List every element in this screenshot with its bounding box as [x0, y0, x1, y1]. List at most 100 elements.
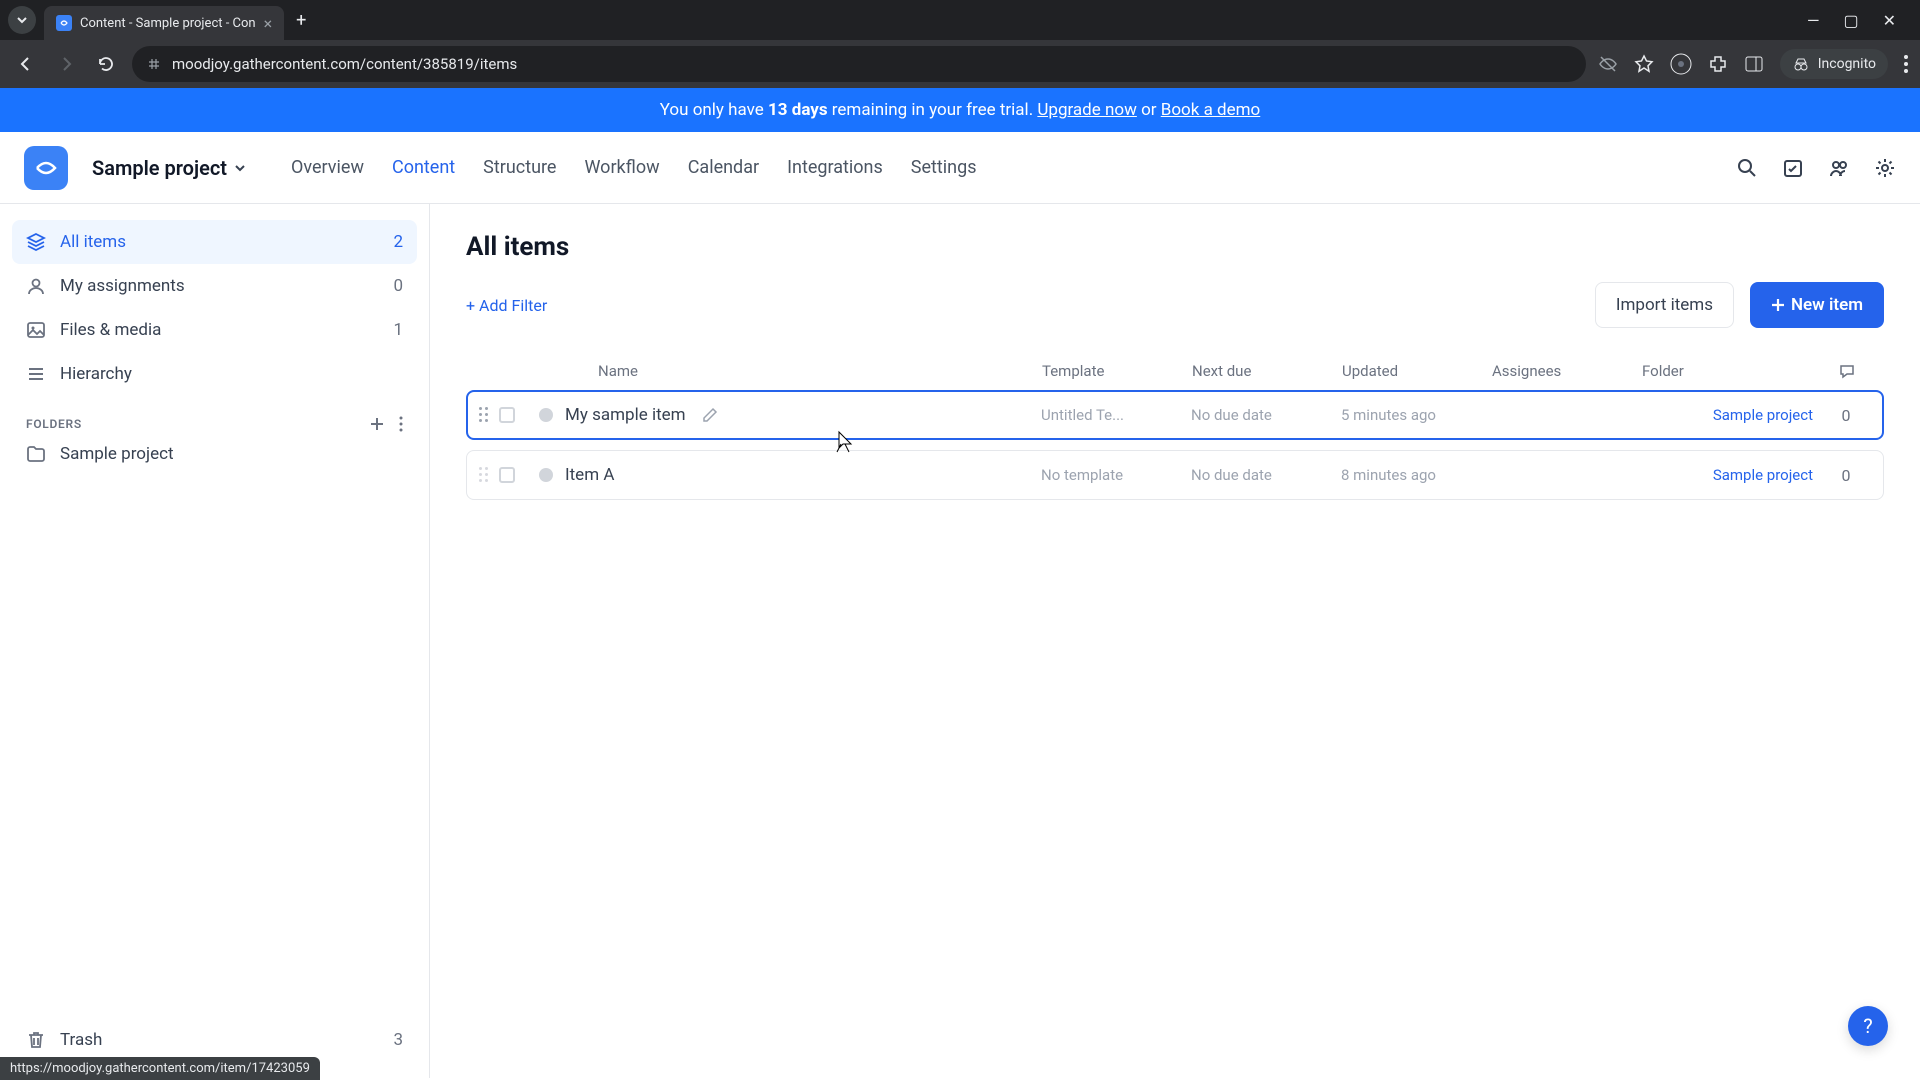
- list-icon: [26, 364, 46, 384]
- forward-button[interactable]: [52, 50, 80, 78]
- sidebar-item-files-media[interactable]: Files & media 1: [12, 308, 417, 352]
- status-dot-icon: [539, 468, 553, 482]
- sidebar-item-label: Files & media: [60, 320, 161, 340]
- filter-row: + Add Filter Import items New item: [466, 282, 1884, 328]
- user-icon: [26, 276, 46, 296]
- table-row[interactable]: Item A No template No due date 8 minutes…: [466, 450, 1884, 500]
- close-icon[interactable]: ×: [264, 14, 273, 33]
- header-actions: [1736, 157, 1896, 179]
- cell-updated: 8 minutes ago: [1341, 466, 1491, 484]
- sidebar-item-label: All items: [60, 232, 126, 252]
- folder-label: Sample project: [60, 444, 174, 464]
- browser-chrome: Content - Sample project - Con × + — ▢ ✕…: [0, 0, 1920, 88]
- col-name[interactable]: Name: [538, 362, 1042, 380]
- app-logo[interactable]: [24, 146, 68, 190]
- row-checkbox[interactable]: [499, 467, 515, 483]
- people-icon[interactable]: [1828, 157, 1850, 179]
- col-next-due[interactable]: Next due: [1192, 362, 1342, 380]
- tab-workflow[interactable]: Workflow: [584, 157, 659, 178]
- browser-tab[interactable]: Content - Sample project - Con ×: [44, 6, 284, 40]
- sidepanel-icon[interactable]: [1744, 54, 1764, 74]
- project-name: Sample project: [92, 156, 227, 180]
- drag-handle-icon[interactable]: [479, 407, 489, 423]
- image-icon: [26, 320, 46, 340]
- import-items-button[interactable]: Import items: [1595, 282, 1734, 328]
- back-button[interactable]: [12, 50, 40, 78]
- calendar-check-icon[interactable]: [1782, 157, 1804, 179]
- sidebar-item-trash[interactable]: Trash 3: [12, 1018, 417, 1062]
- tab-strip: Content - Sample project - Con × + — ▢ ✕: [0, 0, 1920, 40]
- project-selector[interactable]: Sample project: [92, 156, 247, 180]
- col-template[interactable]: Template: [1042, 362, 1192, 380]
- tab-content[interactable]: Content: [392, 157, 455, 178]
- trial-banner: You only have 13 days remaining in your …: [0, 88, 1920, 132]
- extensions-icon[interactable]: [1708, 54, 1728, 74]
- add-folder-button[interactable]: [369, 416, 385, 432]
- bookmark-icon[interactable]: [1634, 54, 1654, 74]
- tab-title: Content - Sample project - Con: [80, 16, 256, 31]
- minimize-button[interactable]: —: [1807, 11, 1820, 30]
- reload-button[interactable]: [92, 50, 120, 78]
- sidebar-item-count: 3: [393, 1030, 403, 1050]
- address-bar[interactable]: moodjoy.gathercontent.com/content/385819…: [132, 46, 1586, 82]
- maximize-button[interactable]: ▢: [1843, 11, 1858, 30]
- folder-menu-button[interactable]: [399, 416, 403, 432]
- profile-icon[interactable]: [1670, 53, 1692, 75]
- add-filter-button[interactable]: + Add Filter: [466, 296, 547, 315]
- sidebar-item-my-assignments[interactable]: My assignments 0: [12, 264, 417, 308]
- col-updated[interactable]: Updated: [1342, 362, 1492, 380]
- help-label: ?: [1863, 1014, 1872, 1038]
- tab-integrations[interactable]: Integrations: [787, 157, 883, 178]
- tab-list-button[interactable]: [8, 6, 36, 34]
- cell-folder[interactable]: Sample project: [1641, 406, 1821, 424]
- tab-structure[interactable]: Structure: [483, 157, 556, 178]
- trial-or: or: [1137, 100, 1161, 120]
- new-tab-button[interactable]: +: [296, 10, 306, 31]
- tab-overview[interactable]: Overview: [291, 157, 364, 178]
- main-panel: All items + Add Filter Import items New …: [430, 204, 1920, 1078]
- col-assignees[interactable]: Assignees: [1492, 362, 1642, 380]
- toolbar-actions: Incognito: [1598, 49, 1908, 79]
- kebab-menu-icon[interactable]: [1904, 55, 1908, 73]
- close-window-button[interactable]: ✕: [1883, 11, 1896, 30]
- favicon-icon: [56, 15, 72, 31]
- comment-icon: [1839, 363, 1855, 379]
- col-folder[interactable]: Folder: [1642, 362, 1822, 380]
- search-icon[interactable]: [1736, 157, 1758, 179]
- table-row[interactable]: My sample item Untitled Te... No due dat…: [466, 390, 1884, 440]
- trial-prefix: You only have: [660, 100, 768, 120]
- sidebar-item-all-items[interactable]: All items 2: [12, 220, 417, 264]
- demo-link[interactable]: Book a demo: [1161, 100, 1261, 120]
- cell-folder[interactable]: Sample project: [1641, 466, 1821, 484]
- sidebar-folders-section: FOLDERS: [12, 416, 417, 432]
- incognito-badge[interactable]: Incognito: [1780, 49, 1888, 79]
- table-header: Name Template Next due Updated Assignees…: [466, 352, 1884, 390]
- trial-middle: remaining in your free trial.: [828, 100, 1038, 120]
- upgrade-link[interactable]: Upgrade now: [1037, 100, 1136, 120]
- tab-settings[interactable]: Settings: [911, 157, 977, 178]
- browser-toolbar: moodjoy.gathercontent.com/content/385819…: [0, 40, 1920, 88]
- edit-icon[interactable]: [702, 407, 718, 423]
- cell-comments: 0: [1821, 466, 1871, 485]
- eye-off-icon[interactable]: [1598, 54, 1618, 74]
- sidebar-item-hierarchy[interactable]: Hierarchy: [12, 352, 417, 396]
- chevron-down-icon: [233, 161, 247, 175]
- new-item-button[interactable]: New item: [1750, 282, 1884, 328]
- sidebar-folder-item[interactable]: Sample project: [12, 432, 417, 476]
- help-button[interactable]: ?: [1848, 1006, 1888, 1046]
- col-comments[interactable]: [1822, 363, 1872, 379]
- chevron-down-icon: [16, 14, 28, 26]
- sidebar-item-label: Hierarchy: [60, 364, 132, 384]
- tab-calendar[interactable]: Calendar: [688, 157, 759, 178]
- cell-template: No template: [1041, 466, 1191, 484]
- layers-icon: [26, 232, 46, 252]
- drag-handle-icon[interactable]: [479, 467, 489, 483]
- url-text: moodjoy.gathercontent.com/content/385819…: [172, 55, 517, 73]
- sidebar-item-count: 0: [393, 276, 403, 296]
- row-checkbox[interactable]: [499, 407, 515, 423]
- site-settings-icon[interactable]: [146, 56, 162, 72]
- cell-next-due: No due date: [1191, 406, 1341, 424]
- window-controls: — ▢ ✕: [1807, 11, 1912, 30]
- sidebar-item-count: 1: [393, 320, 403, 340]
- gear-icon[interactable]: [1874, 157, 1896, 179]
